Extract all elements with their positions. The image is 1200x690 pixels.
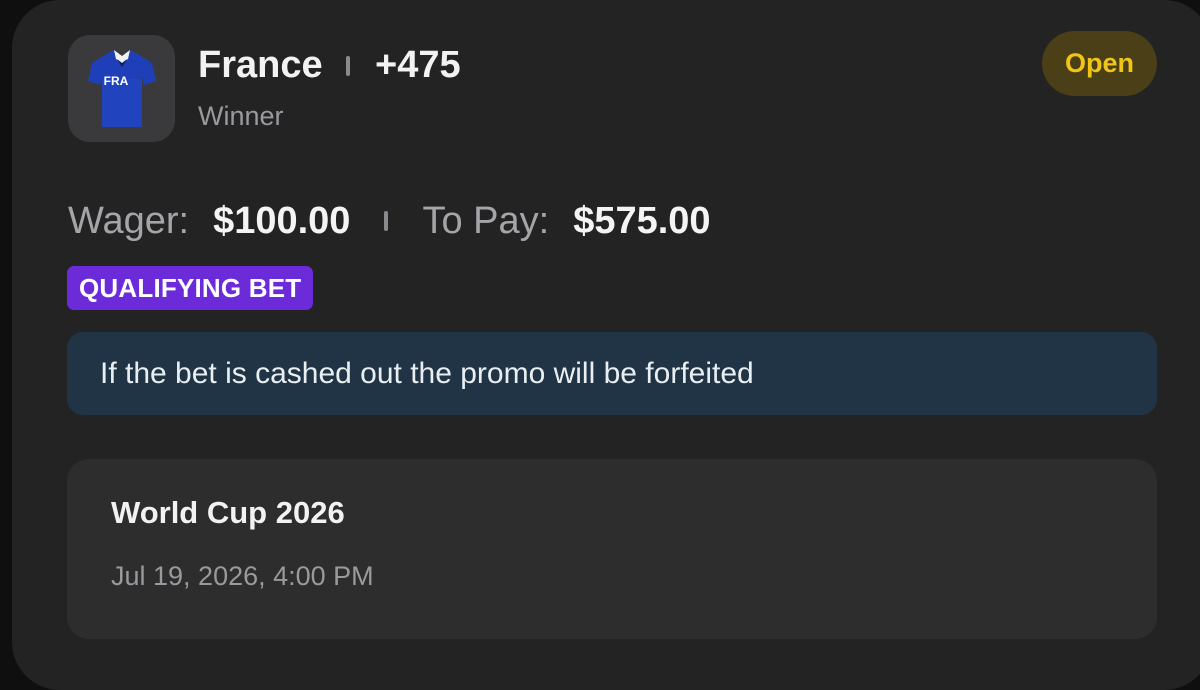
amounts-row: Wager: $100.00 To Pay: $575.00 (68, 198, 711, 244)
team-name: France (198, 44, 323, 86)
jersey-text: FRA (103, 74, 128, 88)
team-logo: FRA (68, 35, 175, 142)
wager-label: Wager: (68, 199, 190, 242)
qualifying-bet-badge: QUALIFYING BET (67, 266, 314, 310)
odds: +475 (375, 44, 461, 86)
promo-notice-text: If the bet is cashed out the promo will … (100, 356, 754, 390)
france-jersey-icon: FRA (87, 49, 156, 127)
event-date: Jul 19, 2026, 4:00 PM (111, 561, 374, 591)
bet-card[interactable]: FRA France +475 Winner Open Wager: $100.… (12, 0, 1200, 690)
to-pay-value: $575.00 (573, 199, 711, 242)
to-pay-label: To Pay: (422, 199, 550, 242)
event-details[interactable]: World Cup 2026 Jul 19, 2026, 4:00 PM (67, 459, 1157, 639)
market-label: Winner (198, 101, 284, 131)
wager-value: $100.00 (213, 199, 351, 242)
title-separator (346, 56, 350, 76)
promo-notice: If the bet is cashed out the promo will … (67, 332, 1157, 415)
event-title: World Cup 2026 (111, 495, 345, 530)
status-badge: Open (1042, 31, 1157, 96)
amounts-separator (384, 211, 389, 231)
